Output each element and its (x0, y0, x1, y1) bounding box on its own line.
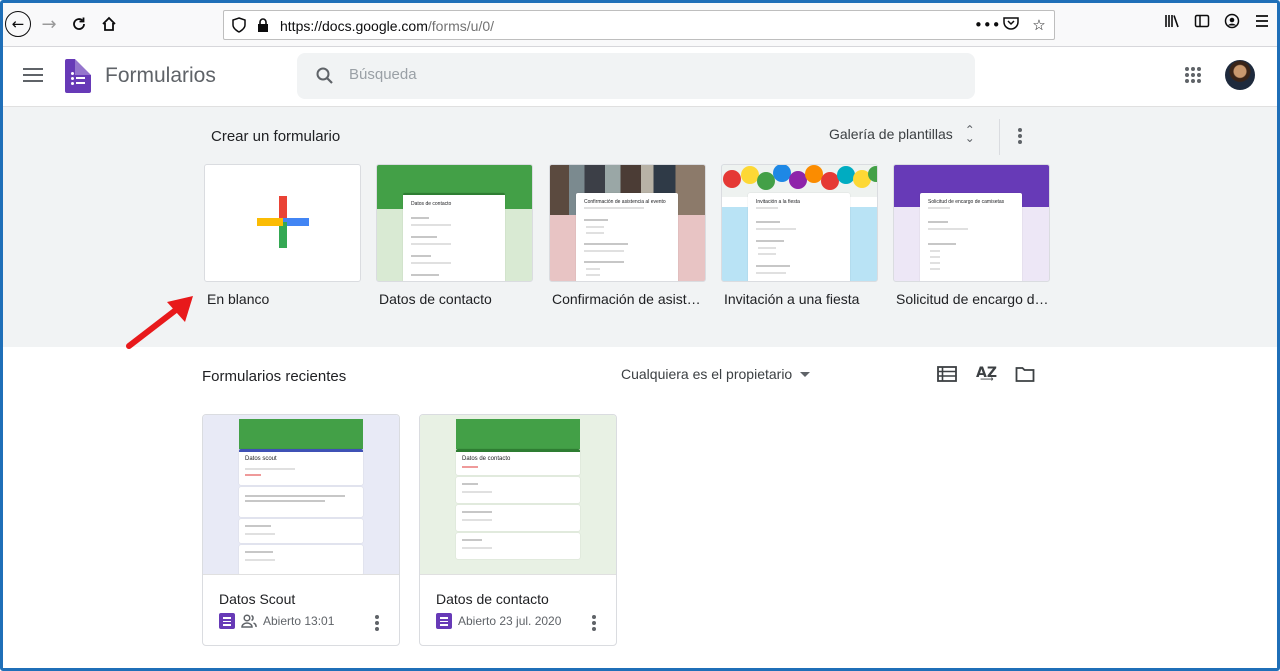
template-thumbnail[interactable]: Solicitud de encargo de camisetas (893, 164, 1050, 282)
forms-logo-icon (65, 59, 91, 93)
forward-button[interactable]: → (37, 12, 61, 36)
url-text[interactable]: https://docs.google.com/forms/u/0/ (280, 18, 494, 34)
search-input[interactable] (349, 66, 909, 83)
template-contact-info[interactable]: Datos de contacto Datos de contacto (376, 164, 533, 307)
last-opened: Abierto 23 jul. 2020 (458, 614, 562, 628)
url-host: https://docs.google.com (280, 18, 428, 34)
template-name: Confirmación de asistencia al evento (552, 291, 706, 307)
expand-collapse-icon: ⌃ ⌄ (964, 123, 975, 145)
recent-form-card[interactable]: Datos de contacto Datos de contacto Abie… (419, 414, 617, 646)
screenshot-frame: ← → https://docs.google.com/forms/u/0/ •… (0, 0, 1280, 671)
app-header: Formularios (3, 47, 1277, 107)
page-actions-icon[interactable]: ••• (974, 16, 1001, 34)
form-preview-title: Datos de contacto (462, 456, 511, 462)
template-thumbnail[interactable] (204, 164, 361, 282)
form-preview: Datos de contacto (403, 193, 505, 281)
form-preview-question (456, 533, 580, 559)
google-apps-icon[interactable] (1185, 67, 1201, 83)
url-path: /forms/u/0/ (427, 18, 495, 34)
pocket-icon[interactable] (1002, 16, 1020, 34)
template-thumbnail[interactable]: Datos de contacto (376, 164, 533, 282)
list-view-icon[interactable] (937, 365, 957, 383)
template-thumbnail[interactable]: Confirmación de asistencia al evento (549, 164, 706, 282)
owner-filter-label: Cualquiera es el propietario (621, 366, 793, 382)
template-name: Datos de contacto (379, 291, 492, 307)
back-button[interactable]: ← (5, 11, 31, 37)
template-event-rsvp[interactable]: Confirmación de asistencia al evento Con… (549, 164, 706, 307)
shared-icon (241, 614, 257, 628)
forms-file-icon (219, 613, 235, 629)
template-gallery-button[interactable]: Galería de plantillas ⌃ ⌄ (829, 123, 975, 145)
template-blank[interactable]: En blanco (204, 164, 361, 307)
form-preview-title: Datos de contacto (411, 201, 452, 207)
reload-button[interactable] (67, 12, 91, 36)
divider (999, 119, 1000, 155)
template-name: Solicitud de encargo de camisetas (896, 291, 1050, 307)
forms-file-icon (436, 613, 452, 629)
form-preview-question (456, 505, 580, 531)
header-image (456, 419, 580, 449)
recent-forms-title: Formularios recientes (202, 368, 347, 385)
sidebar-icon[interactable] (1193, 13, 1211, 33)
template-party-invite[interactable]: Invitación a la fiesta Invitación a una … (721, 164, 878, 307)
search-icon[interactable] (315, 66, 335, 86)
caret-down-icon (800, 371, 811, 377)
avatar[interactable] (1225, 60, 1255, 90)
create-form-title: Crear un formulario (211, 128, 341, 145)
form-more-icon[interactable] (592, 615, 596, 631)
main-menu-icon[interactable] (23, 68, 43, 84)
last-opened: Abierto 13:01 (263, 614, 335, 628)
recent-form-card[interactable]: Datos scout Datos Scout Abierto 13:01 (202, 414, 400, 646)
header-image (239, 419, 363, 449)
address-bar-actions: ••• ☆ (974, 16, 1048, 34)
home-button[interactable] (97, 12, 121, 36)
form-meta: Abierto 13:01 (219, 613, 334, 629)
form-preview-question (239, 487, 363, 517)
form-preview: Solicitud de encargo de camisetas (920, 193, 1022, 281)
sort-az-icon[interactable]: A͢Z (976, 365, 997, 383)
template-thumbnail[interactable]: Invitación a la fiesta (721, 164, 878, 282)
owner-filter-dropdown[interactable]: Cualquiera es el propietario (621, 366, 811, 382)
browser-toolbar-right (1163, 13, 1271, 33)
template-gallery-label: Galería de plantillas (829, 126, 953, 142)
form-preview-title: Solicitud de encargo de camisetas (928, 199, 1005, 205)
form-preview-question (239, 519, 363, 543)
form-preview-question (456, 477, 580, 503)
app-title[interactable]: Formularios (105, 64, 216, 88)
search-bar[interactable] (297, 53, 975, 99)
form-preview-title: Invitación a la fiesta (756, 199, 800, 205)
shield-icon[interactable] (232, 17, 246, 33)
plus-icon (257, 196, 309, 248)
form-meta: Abierto 23 jul. 2020 (436, 613, 561, 629)
reload-icon (73, 17, 85, 30)
browser-toolbar: ← → https://docs.google.com/forms/u/0/ •… (3, 3, 1277, 47)
form-preview-title: Confirmación de asistencia al evento (584, 199, 666, 205)
form-preview: Datos de contacto (456, 449, 580, 475)
account-icon[interactable] (1223, 13, 1241, 33)
template-name: En blanco (207, 291, 270, 307)
template-more-icon[interactable] (1018, 128, 1022, 144)
template-name: Invitación a una fiesta (724, 291, 860, 307)
bookmark-star-icon[interactable]: ☆ (1030, 16, 1048, 34)
annotation-arrow-icon (126, 296, 193, 349)
home-icon (102, 16, 116, 31)
form-thumbnail[interactable]: Datos de contacto (420, 415, 616, 575)
form-preview-question (239, 545, 363, 574)
form-preview: Invitación a la fiesta (748, 193, 850, 281)
form-preview-title: Datos scout (245, 456, 277, 462)
form-more-icon[interactable] (375, 615, 379, 631)
form-thumbnail[interactable]: Datos scout (203, 415, 399, 575)
menu-icon[interactable] (1253, 14, 1271, 32)
folder-icon[interactable] (1015, 365, 1035, 383)
library-icon[interactable] (1163, 13, 1181, 33)
address-bar[interactable]: https://docs.google.com/forms/u/0/ ••• ☆ (223, 10, 1055, 40)
form-name: Datos de contacto (436, 591, 549, 607)
form-preview: Confirmación de asistencia al evento (576, 193, 678, 281)
lock-icon[interactable] (256, 17, 270, 33)
form-preview: Datos scout (239, 449, 363, 485)
form-name: Datos Scout (219, 591, 296, 607)
template-tshirt-order[interactable]: Solicitud de encargo de camisetas Solici… (893, 164, 1050, 307)
